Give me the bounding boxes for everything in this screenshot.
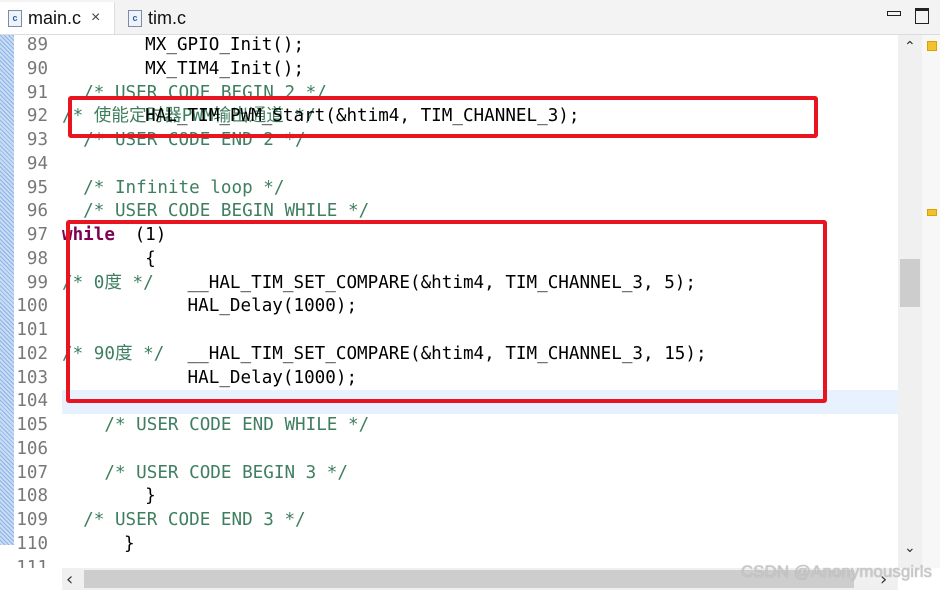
line-number: 101 (16, 320, 48, 341)
tab-main-c[interactable]: c main.c × (0, 2, 115, 34)
horizontal-scroll-thumb[interactable] (84, 570, 854, 588)
line-number: 102 (16, 343, 48, 364)
c-file-icon: c (128, 9, 142, 27)
line-number: 91 (26, 82, 48, 103)
code-comment: /* USER CODE END 3 */ (62, 510, 306, 531)
line-number: 95 (26, 177, 48, 198)
line-number: 93 (26, 130, 48, 151)
code-text: } (124, 486, 156, 507)
code-text: } (124, 533, 135, 554)
scroll-up-icon[interactable]: ⌃ (904, 39, 916, 55)
code-line[interactable]: /* USER CODE END 3 */ (62, 509, 306, 533)
line-number: 110 (16, 533, 48, 554)
code-comment: /* USER CODE END WHILE */ (62, 415, 370, 436)
line-number: 109 (16, 510, 48, 531)
line-number: 103 (16, 367, 48, 388)
code-line[interactable]: /* Infinite loop */ (62, 177, 284, 201)
code-comment: /* USER CODE BEGIN 3 */ (62, 462, 348, 483)
line-number: 94 (26, 153, 48, 174)
line-number: 99 (26, 272, 48, 293)
line-number: 106 (16, 438, 48, 459)
minimize-icon[interactable] (887, 11, 901, 16)
line-number: 90 (26, 58, 48, 79)
scroll-left-icon[interactable]: ‹ (66, 569, 73, 590)
scroll-down-icon[interactable]: ⌄ (904, 540, 916, 556)
tab-label: main.c (28, 7, 82, 28)
tab-label: tim.c (148, 7, 186, 28)
line-number: 104 (16, 391, 48, 412)
line-number: 97 (26, 225, 48, 246)
line-number: 89 (26, 35, 48, 55)
line-number: 98 (26, 248, 48, 269)
vertical-scrollbar[interactable]: ⌃ ⌄ (898, 35, 922, 568)
code-line[interactable]: /* USER CODE END WHILE */ (62, 414, 369, 438)
occurrence-marker-icon[interactable] (927, 209, 937, 216)
tab-tim-c[interactable]: c tim.c (120, 2, 186, 34)
code-comment: /* USER CODE BEGIN WHILE */ (62, 201, 370, 222)
line-number: 107 (16, 462, 48, 483)
line-number: 96 (26, 201, 48, 222)
overview-ruler (922, 35, 940, 568)
code-comment: /* Infinite loop */ (62, 177, 285, 198)
code-text: MX_TIM4_Init(); (124, 58, 305, 79)
line-number: 108 (16, 486, 48, 507)
watermark: CSDN @Anonymousgirls (740, 562, 932, 581)
highlight-box-pwm-start (68, 96, 818, 138)
warning-marker-icon[interactable] (927, 41, 937, 51)
change-ruler (0, 35, 14, 545)
vertical-scroll-thumb[interactable] (900, 259, 920, 307)
maximize-icon[interactable] (915, 8, 929, 24)
highlight-box-while-loop (66, 220, 827, 403)
code-text: MX_GPIO_Init(); (124, 35, 305, 55)
line-number: 100 (16, 296, 48, 317)
editor-tab-bar: c main.c × c tim.c (0, 0, 940, 35)
line-number: 92 (26, 106, 48, 127)
line-number: 111 (16, 557, 48, 568)
c-file-icon: c (8, 9, 22, 27)
code-line[interactable]: /* USER CODE BEGIN 3 */ (62, 462, 348, 486)
line-number: 105 (16, 415, 48, 436)
close-icon[interactable]: × (91, 9, 100, 27)
